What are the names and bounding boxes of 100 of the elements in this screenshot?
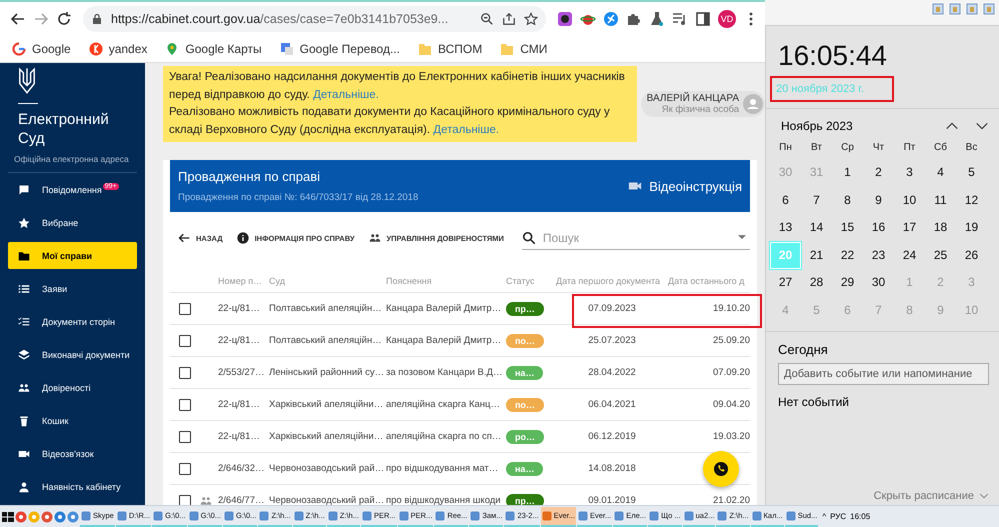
- table-cell-text: 22-ц/81…: [218, 335, 261, 346]
- calendar-day[interactable]: 27: [770, 269, 801, 297]
- table-cell-text: 2/646/77…: [218, 495, 266, 505]
- calendar-day[interactable]: 14: [801, 214, 832, 242]
- language-indicator[interactable]: РУС: [830, 512, 846, 521]
- sidebar-item[interactable]: Документи сторін: [8, 308, 137, 335]
- table-cell: 14.08.2018: [588, 463, 636, 474]
- table-cell-text: 22-ц/81…: [218, 303, 261, 314]
- case-subtitle: Провадження по справі №: 646/7033/17 від 28.12.2018: [178, 192, 418, 203]
- table-cell-text: Харківський апеляційни…: [269, 431, 384, 442]
- bookmark[interactable]: Google Карты: [165, 42, 262, 56]
- calendar-day[interactable]: 29: [832, 269, 863, 297]
- clock-time: 16:05:44: [778, 40, 888, 72]
- calendar-day[interactable]: 11: [925, 186, 956, 214]
- calendar-day[interactable]: 8: [832, 186, 863, 214]
- calendar-day[interactable]: 19: [956, 214, 987, 242]
- weekday-label: Пн: [778, 141, 793, 155]
- profile-avatar[interactable]: VD: [718, 10, 736, 28]
- bookmark[interactable]: Google: [12, 42, 71, 56]
- calendar-day[interactable]: 6: [770, 186, 801, 214]
- bookmark[interactable]: ВСПОМ: [418, 42, 482, 56]
- calendar-day[interactable]: 30: [863, 269, 894, 297]
- table-cell-text: Червонозаводський рай…: [269, 495, 386, 505]
- sidebar-item[interactable]: Кошик: [8, 407, 137, 434]
- event-input[interactable]: Добавить событие или напоминание: [778, 362, 989, 385]
- calendar-day[interactable]: 25: [925, 242, 956, 270]
- table-cell-text: 22-ц/81…: [218, 399, 261, 410]
- calendar-day[interactable]: 23: [863, 242, 894, 270]
- tray-caret[interactable]: ^: [822, 512, 826, 521]
- table-cell: 07.09.2023: [588, 303, 636, 314]
- calendar-day[interactable]: 7: [801, 186, 832, 214]
- bookmark[interactable]: yandex: [88, 42, 148, 56]
- site-title: Електронний Суд: [18, 110, 108, 148]
- calendar-day[interactable]: 15: [832, 214, 863, 242]
- user-chip[interactable]: ВАЛЕРІЙ КАНЦАРА Як фізична особа: [640, 91, 765, 117]
- calendar-day[interactable]: 21: [801, 242, 832, 270]
- sidebar-item[interactable]: Заяви: [8, 275, 137, 302]
- calendar-day[interactable]: 5: [956, 159, 987, 187]
- calendar-day[interactable]: 28: [801, 269, 832, 297]
- table-cell-text: 25.09.20: [712, 335, 750, 346]
- status-pill: по…: [506, 398, 544, 412]
- table-cell-text: про відшкодування шкоди: [386, 495, 502, 505]
- table-cell-text: 2/646/32…: [218, 463, 266, 474]
- calendar-day[interactable]: 17: [894, 214, 925, 242]
- table-cell: 09.01.2019: [588, 495, 636, 505]
- table-cell-text: Полтавський апеляційн…: [269, 303, 383, 314]
- status-pill: по…: [506, 334, 544, 348]
- calendar-day[interactable]: 2: [863, 159, 894, 187]
- calendar-day[interactable]: 18: [925, 214, 956, 242]
- weekday-label: Вс: [964, 141, 978, 155]
- calendar-day[interactable]: 13: [770, 214, 801, 242]
- sidebar-item[interactable]: Відеозв'язок: [8, 440, 137, 467]
- video-guide-link[interactable]: Відеоінструкція: [628, 178, 742, 194]
- details-link[interactable]: Детальніше.: [433, 124, 500, 136]
- calendar-day[interactable]: 3: [894, 159, 925, 187]
- table-cell-text: апеляційна скарга Канц…: [386, 399, 501, 410]
- today-heading: Сегодня: [778, 342, 829, 357]
- weekday-label: Сб: [933, 141, 948, 155]
- table-cell: 25.07.2023: [588, 335, 636, 346]
- calendar-day[interactable]: 16: [863, 214, 894, 242]
- calendar-day[interactable]: 26: [956, 242, 987, 270]
- bookmark[interactable]: СМИ: [500, 42, 548, 56]
- calendar-day[interactable]: 1: [832, 159, 863, 187]
- calendar-day[interactable]: 10: [894, 186, 925, 214]
- status-pill: пр…: [506, 302, 544, 316]
- table-cell: 06.04.2021: [588, 399, 636, 410]
- table-cell-text: 07.09.20: [712, 367, 750, 378]
- status-pill: на…: [506, 462, 544, 476]
- table-cell-text: Полтавський апеляційн…: [269, 335, 383, 346]
- search-field[interactable]: Пошук: [540, 230, 733, 246]
- user-role: Як фізична особа: [662, 104, 739, 115]
- table-cell-text: 19.10.20: [712, 303, 750, 314]
- table-cell-text: 22-ц/81…: [218, 431, 261, 442]
- table-cell-text: за позовом Канцари В.Д…: [386, 367, 504, 378]
- calendar-day[interactable]: 9: [863, 186, 894, 214]
- weekday-label: Вт: [810, 141, 823, 155]
- status-pill: пр…: [506, 494, 544, 505]
- taskbar-clock[interactable]: 16:05: [850, 512, 870, 521]
- address-bar[interactable]: https://cabinet.court.gov.ua/cases/case=7e0b3141b7053e9...: [83, 6, 546, 32]
- table-cell-text: 19.03.20: [712, 431, 750, 442]
- sidebar-item[interactable]: Виконавчі документи: [8, 341, 137, 368]
- weekday-label: Чт: [872, 141, 886, 155]
- details-link[interactable]: Детальніше.: [313, 88, 379, 100]
- table-cell-text: Канцара Валерій Дмитр…: [386, 335, 502, 346]
- month-title[interactable]: Ноябрь 2023: [781, 119, 853, 133]
- case-title: Провадження по справі: [178, 169, 321, 184]
- sidebar-item[interactable]: Наявність кабінету: [8, 473, 137, 500]
- calendar-day[interactable]: 12: [956, 186, 987, 214]
- calendar-day[interactable]: 22: [832, 242, 863, 270]
- notice-text: Реалізовано можливість подавати документи до Касаційного кримінального суду у складі Верховного Суду (дослідна експлуатація). Детальніше.: [169, 105, 611, 138]
- sidebar-item[interactable]: Вибране: [8, 209, 137, 236]
- sidebar-item[interactable]: Довіреності: [8, 374, 137, 401]
- site-subtitle: Офіційна електронна адреса: [14, 154, 130, 164]
- table-cell-text: Канцара Валерій Дмитр…: [386, 303, 502, 314]
- status-pill: на…: [506, 366, 544, 380]
- sidebar-item[interactable]: Мої справи: [8, 242, 137, 269]
- hide-schedule-link[interactable]: Скрыть расписание: [874, 490, 989, 502]
- bookmark[interactable]: Google Перевод...: [280, 42, 400, 56]
- calendar-day[interactable]: 4: [925, 159, 956, 187]
- calendar-day[interactable]: 24: [894, 242, 925, 270]
